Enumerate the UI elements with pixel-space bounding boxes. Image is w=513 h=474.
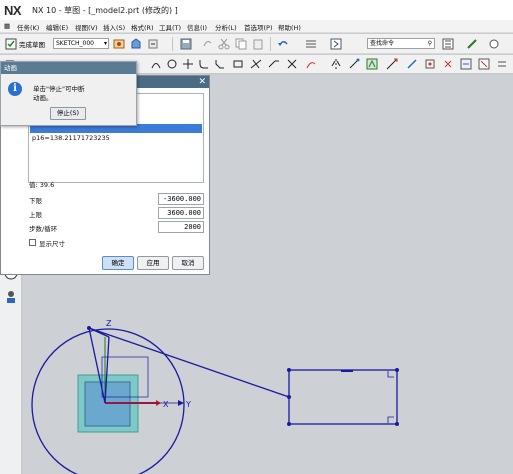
popup-message-line2: 动画。 bbox=[33, 94, 53, 102]
close-icon[interactable]: ✕ bbox=[198, 76, 206, 88]
show-dimensions-label: 显示尺寸 bbox=[39, 240, 65, 248]
mirror-icon[interactable] bbox=[330, 58, 342, 70]
menu-preferences[interactable]: 首选项(P) bbox=[244, 22, 273, 32]
save-icon[interactable] bbox=[180, 38, 192, 50]
menu-info[interactable]: 信息(I) bbox=[187, 22, 207, 32]
auto-constrain-icon[interactable] bbox=[406, 58, 418, 70]
window-title: NX 10 - 草图 - [_model2.prt (修改的) ] bbox=[32, 6, 178, 15]
pattern-icon[interactable] bbox=[348, 58, 360, 70]
title-bar: NX NX 10 - 草图 - [_model2.prt (修改的) ] bbox=[0, 0, 513, 20]
rect-corner-point[interactable] bbox=[287, 422, 291, 426]
steps-label: 步数/循环 bbox=[29, 225, 58, 233]
fillet-icon[interactable] bbox=[198, 58, 210, 70]
make-symmetric-icon[interactable] bbox=[424, 58, 436, 70]
pivot-point[interactable] bbox=[87, 326, 91, 330]
menu-edit[interactable]: 编辑(E) bbox=[46, 22, 68, 32]
copy-icon[interactable] bbox=[235, 38, 247, 50]
selection-filter-icon[interactable] bbox=[442, 38, 454, 50]
finish-sketch-icon[interactable] bbox=[5, 38, 17, 50]
apply-button[interactable]: 应用 bbox=[137, 256, 169, 270]
toolbar-separator bbox=[172, 37, 173, 51]
list-item[interactable]: p16=138.21171723235 bbox=[32, 134, 110, 142]
search-icon: ⚲ bbox=[427, 40, 432, 47]
arc-icon[interactable] bbox=[150, 58, 162, 70]
rect-corner-point[interactable] bbox=[395, 368, 399, 372]
point-icon[interactable] bbox=[182, 58, 194, 70]
reattach-icon[interactable] bbox=[130, 38, 142, 50]
menu-bar: ▦ 任务(K) 编辑(E) 视图(V) 插入(S) 格式(R) 工具(T) 信息… bbox=[0, 20, 513, 33]
rect-corner-point[interactable] bbox=[395, 422, 399, 426]
menu-insert[interactable]: 插入(S) bbox=[103, 22, 125, 32]
finish-sketch-label[interactable]: 完成草图 bbox=[19, 39, 45, 49]
toolbar-top: 完成草图 SKETCH_000 ▾ 查找命令 ⚲ bbox=[0, 34, 513, 54]
popup-title: 动画 bbox=[1, 62, 136, 74]
roles-icon[interactable] bbox=[4, 290, 18, 304]
offset-icon[interactable] bbox=[305, 58, 317, 70]
info-icon: i bbox=[8, 82, 22, 96]
rapid-dimension-icon[interactable] bbox=[386, 58, 398, 70]
sketch-orient-icon[interactable] bbox=[113, 38, 125, 50]
axis-y-label: Y bbox=[185, 400, 191, 409]
relations-icon[interactable] bbox=[442, 58, 454, 70]
sketch-name-select[interactable]: SKETCH_000 ▾ bbox=[53, 38, 109, 49]
steps-field[interactable]: 2000 bbox=[158, 221, 204, 233]
y-arrowhead bbox=[178, 400, 184, 406]
show-dimensions-checkbox[interactable] bbox=[29, 239, 36, 246]
nx-logo: NX bbox=[4, 3, 22, 18]
extend-icon[interactable] bbox=[268, 58, 280, 70]
lower-limit-label: 下限 bbox=[29, 197, 42, 205]
rectangle-icon[interactable] bbox=[232, 58, 244, 70]
snap-icon[interactable] bbox=[305, 38, 317, 50]
upper-limit-field[interactable]: 3600.000 bbox=[158, 207, 204, 219]
menu-analysis[interactable]: 分析(L) bbox=[215, 22, 237, 32]
ok-button[interactable]: 确定 bbox=[102, 256, 134, 270]
alternate-solution-icon[interactable] bbox=[460, 58, 472, 70]
trim-icon[interactable] bbox=[250, 58, 262, 70]
animation-message-popup: 动画 i 单击"停止"可中断 动画。 停止(S) bbox=[0, 61, 137, 126]
lower-limit-field[interactable]: -3600.000 bbox=[158, 193, 204, 205]
menu-task[interactable]: 任务(K) bbox=[17, 22, 39, 32]
command-search-input[interactable]: 查找命令 ⚲ bbox=[367, 38, 435, 49]
corner-constraint bbox=[387, 371, 394, 378]
view-orient-icon[interactable] bbox=[488, 38, 500, 50]
menu-help[interactable]: 帮助(H) bbox=[278, 22, 301, 32]
display-style-icon[interactable] bbox=[466, 38, 478, 50]
undo-icon[interactable] bbox=[277, 38, 289, 50]
menu-view[interactable]: 视图(V) bbox=[75, 22, 98, 32]
corner-icon[interactable] bbox=[286, 58, 298, 70]
menu-icon[interactable]: ▦ bbox=[4, 22, 10, 30]
paste-icon[interactable] bbox=[252, 38, 264, 50]
command-finder-icon[interactable] bbox=[330, 38, 342, 50]
axis-x-label: X bbox=[163, 400, 169, 409]
axis-z-label: Z bbox=[106, 319, 112, 328]
cancel-button[interactable]: 取消 bbox=[172, 256, 204, 270]
undo-history-icon[interactable] bbox=[201, 38, 213, 50]
rect-corner-point[interactable] bbox=[287, 368, 291, 372]
slider-pin-point[interactable] bbox=[287, 395, 291, 399]
chamfer-icon[interactable] bbox=[214, 58, 226, 70]
stop-button[interactable]: 停止(S) bbox=[50, 107, 86, 120]
geometric-constraint-icon[interactable] bbox=[366, 58, 378, 70]
circle-icon[interactable] bbox=[166, 58, 178, 70]
animate-dimension-icon[interactable] bbox=[478, 58, 490, 70]
upper-limit-label: 上限 bbox=[29, 211, 42, 219]
toolbar-separator bbox=[270, 37, 271, 51]
update-model-icon[interactable] bbox=[147, 38, 159, 50]
slider-rectangle[interactable] bbox=[288, 369, 398, 425]
menu-tools[interactable]: 工具(T) bbox=[159, 22, 181, 32]
cut-icon[interactable] bbox=[218, 38, 230, 50]
more-tools-icon[interactable] bbox=[496, 58, 508, 70]
current-value: 值: 39.6 bbox=[29, 181, 55, 189]
corner-constraint bbox=[387, 416, 394, 423]
menu-format[interactable]: 格式(R) bbox=[131, 22, 154, 32]
